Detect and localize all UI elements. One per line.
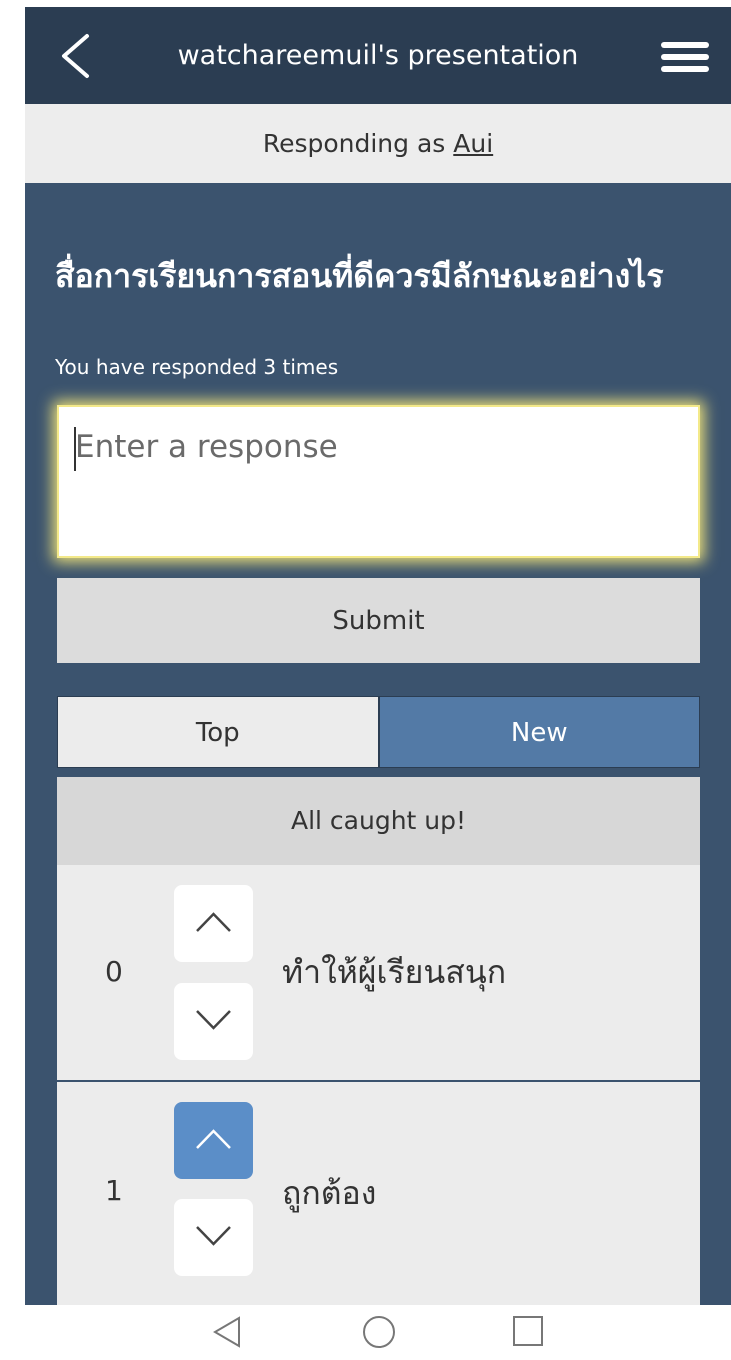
chevron-up-icon bbox=[196, 912, 231, 932]
responding-as-bar: Responding as Aui bbox=[25, 104, 731, 183]
chevron-up-icon bbox=[196, 1129, 231, 1149]
circle-home-icon[interactable] bbox=[362, 1315, 396, 1349]
vote-count: 1 bbox=[105, 1174, 123, 1207]
app-header: watchareemuil's presentation bbox=[25, 7, 731, 104]
text-caret bbox=[74, 427, 76, 471]
downvote-button[interactable] bbox=[174, 1199, 253, 1276]
respondent-name-link[interactable]: Aui bbox=[453, 129, 493, 158]
response-panel: สื่อการเรียนการสอนที่ดีควรมีลักษณะอย่างไ… bbox=[25, 183, 731, 1305]
triangle-back-icon[interactable] bbox=[212, 1315, 242, 1349]
tab-top[interactable]: Top bbox=[57, 696, 379, 768]
tab-new[interactable]: New bbox=[378, 696, 700, 768]
vote-count: 0 bbox=[105, 955, 123, 988]
response-text: ถูกต้อง bbox=[282, 1174, 377, 1212]
chevron-left-icon bbox=[62, 34, 89, 78]
chevron-down-icon bbox=[196, 1010, 231, 1030]
responding-as-label: Responding as bbox=[262, 129, 454, 158]
upvote-button[interactable] bbox=[174, 1102, 253, 1179]
question-text: สื่อการเรียนการสอนที่ดีควรมีลักษณะอย่างไ… bbox=[55, 257, 664, 295]
square-recents-icon[interactable] bbox=[512, 1315, 544, 1347]
presentation-title: watchareemuil's presentation bbox=[177, 40, 579, 71]
responded-count-note: You have responded 3 times bbox=[55, 355, 339, 379]
response-input-box[interactable] bbox=[57, 405, 700, 558]
response-input[interactable] bbox=[59, 407, 698, 556]
downvote-button[interactable] bbox=[174, 983, 253, 1060]
upvote-button[interactable] bbox=[174, 885, 253, 962]
hamburger-menu-icon bbox=[661, 42, 709, 72]
back-button[interactable] bbox=[57, 33, 93, 79]
menu-button[interactable] bbox=[661, 42, 709, 72]
sort-tabs: Top New bbox=[57, 696, 700, 768]
response-item: 1 ถูกต้อง bbox=[57, 1082, 700, 1305]
submit-button[interactable]: Submit bbox=[57, 578, 700, 663]
response-text: ทำให้ผู้เรียนสนุก bbox=[282, 953, 507, 991]
status-message: All caught up! bbox=[57, 777, 700, 865]
system-nav-bar bbox=[0, 1305, 731, 1360]
response-item: 0 ทำให้ผู้เรียนสนุก bbox=[57, 865, 700, 1082]
chevron-down-icon bbox=[196, 1226, 231, 1246]
